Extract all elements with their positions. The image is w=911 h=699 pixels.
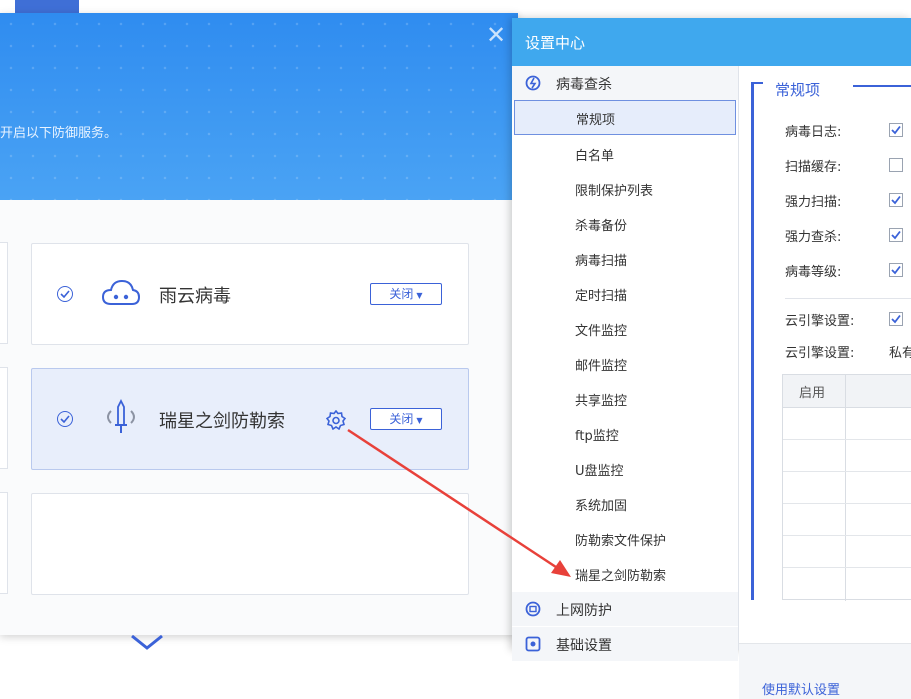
- close-icon[interactable]: ✕: [486, 23, 506, 47]
- option-label: 扫描缓存:: [785, 160, 842, 175]
- nav-item-label: 防勒索文件保护: [575, 534, 667, 549]
- nav-item-file-monitor[interactable]: 文件监控: [512, 311, 738, 346]
- nav-item-general[interactable]: 常规项: [514, 100, 736, 135]
- header-pattern: [0, 13, 518, 200]
- nav-group-label: 基础设置: [556, 638, 612, 654]
- nav-item-mail-monitor[interactable]: 邮件监控: [512, 346, 738, 381]
- table-header: 启用: [783, 375, 911, 408]
- close-service-dropdown[interactable]: 关闭 ▼: [370, 408, 442, 430]
- partial-card-left-2: [0, 367, 8, 469]
- nav-item-share-monitor[interactable]: 共享监控: [512, 381, 738, 416]
- option-label: 病毒日志:: [785, 125, 842, 140]
- protection-header: ✕ 开启以下防御服务。: [0, 13, 518, 200]
- top-strip: [0, 0, 911, 13]
- web-shield-icon: [525, 601, 541, 617]
- nav-item-label: 邮件监控: [575, 359, 628, 374]
- nav-item-label: 常规项: [576, 113, 616, 128]
- scan-cache-checkbox[interactable]: [889, 158, 903, 172]
- nav-item-label: 定时扫描: [575, 289, 628, 304]
- nav-group-basic-settings[interactable]: 基础设置: [512, 627, 738, 661]
- virus-scan-icon: [525, 75, 541, 91]
- nav-item-restricted-list[interactable]: 限制保护列表: [512, 171, 738, 206]
- nav-item-whitelist[interactable]: 白名单: [512, 136, 738, 171]
- nav-item-label: 杀毒备份: [575, 219, 628, 234]
- virus-level-checkbox[interactable]: [889, 263, 903, 277]
- nav-item-label: 文件监控: [575, 324, 628, 339]
- nav-group-label: 上网防护: [556, 603, 612, 619]
- dropdown-label: 关闭: [389, 412, 414, 426]
- nav-item-virus-scan[interactable]: 病毒扫描: [512, 241, 738, 276]
- partial-card-left-1: [0, 242, 8, 344]
- nav-item-anti-ransom-sword[interactable]: 瑞星之剑防勒索: [512, 556, 738, 591]
- options-separator: [785, 298, 911, 299]
- nav-item-backup[interactable]: 杀毒备份: [512, 206, 738, 241]
- nav-item-label: 共享监控: [575, 394, 628, 409]
- table-row: [783, 567, 911, 568]
- column-enable: 启用: [799, 386, 826, 401]
- section-title: 常规项: [775, 81, 821, 99]
- table-row: [783, 503, 911, 504]
- nav-group-web-protection[interactable]: 上网防护: [512, 592, 738, 626]
- settings-nav: 病毒查杀 常规项 白名单 限制保护列表 杀毒备份 病毒扫描 定时扫描 文件监控 …: [512, 66, 739, 661]
- enabled-check-icon: [57, 411, 73, 427]
- protection-body: 雨云病毒 关闭 ▼ 瑞星之剑防勒索 关闭 ▼: [0, 200, 518, 635]
- nav-item-label: U盘监控: [575, 464, 624, 479]
- settings-title-bar: 设置中心: [512, 18, 911, 66]
- settings-content: 常规项 病毒日志: 扫描缓存: 强力扫描: 强力查杀: 病毒等级: 云引擎设置:…: [739, 66, 911, 699]
- card-title: 雨云病毒: [159, 286, 231, 307]
- section-line-right: [853, 85, 911, 87]
- engine-table: 启用: [782, 374, 911, 601]
- option-label: 病毒等级:: [785, 265, 842, 280]
- virus-log-checkbox[interactable]: [889, 123, 903, 137]
- header-description: 开启以下防御服务。: [0, 126, 118, 141]
- nav-item-label: 病毒扫描: [575, 254, 628, 269]
- service-card-cloud-virus[interactable]: 雨云病毒 关闭 ▼: [31, 243, 469, 345]
- settings-footer: 使用默认设置: [739, 643, 911, 699]
- nav-item-label: 瑞星之剑防勒索: [575, 569, 667, 584]
- cloud-icon: [101, 278, 141, 312]
- nav-item-label: 白名单: [575, 149, 615, 164]
- cloud-engine-checkbox[interactable]: [889, 312, 903, 326]
- nav-item-ftp-monitor[interactable]: ftp监控: [512, 416, 738, 451]
- dropdown-label: 关闭: [389, 287, 414, 301]
- settings-title: 设置中心: [525, 34, 586, 52]
- section-bracket: [751, 82, 754, 600]
- strong-scan-checkbox[interactable]: [889, 193, 903, 207]
- nav-item-usb-monitor[interactable]: U盘监控: [512, 451, 738, 486]
- strong-kill-checkbox[interactable]: [889, 228, 903, 242]
- service-card-anti-ransom[interactable]: 瑞星之剑防勒索 关闭 ▼: [31, 368, 469, 470]
- partial-card-left-3: [0, 492, 8, 594]
- nav-item-system-hardening[interactable]: 系统加固: [512, 486, 738, 521]
- use-default-settings-link[interactable]: 使用默认设置: [762, 679, 840, 698]
- settings-window: 设置中心 病毒查杀 常规项 白名单 限制保护列表 杀毒备份 病毒扫描 定时扫描 …: [512, 18, 911, 699]
- card-title: 瑞星之剑防勒索: [159, 411, 285, 432]
- table-row: [783, 439, 911, 440]
- nav-item-label: 限制保护列表: [575, 184, 654, 199]
- option-label: 云引擎设置:: [785, 314, 855, 329]
- top-tab-button[interactable]: [15, 0, 79, 13]
- nav-item-ransom-file-protect[interactable]: 防勒索文件保护: [512, 521, 738, 556]
- nav-group-label: 病毒查杀: [556, 77, 612, 93]
- caret-down-icon: ▼: [416, 416, 423, 425]
- service-card-empty: [31, 493, 469, 595]
- nav-item-label: 系统加固: [575, 499, 628, 514]
- option-label: 云引擎设置:: [785, 346, 855, 361]
- table-row: [783, 471, 911, 472]
- nav-group-virus-scan[interactable]: 病毒查杀: [512, 66, 738, 100]
- close-service-dropdown[interactable]: 关闭 ▼: [370, 283, 442, 305]
- table-row: [783, 535, 911, 536]
- gear-icon[interactable]: [325, 409, 347, 434]
- caret-down-icon: ▼: [416, 291, 423, 300]
- cloud-engine-mode: 私有: [889, 346, 911, 361]
- enabled-check-icon: [57, 286, 73, 302]
- protection-window: ✕ 开启以下防御服务。 雨云病毒 关闭 ▼ 瑞星之剑防勒索 关闭 ▼: [0, 13, 518, 635]
- shield-icon: [130, 630, 164, 654]
- nav-item-label: ftp监控: [575, 429, 619, 444]
- option-label: 强力扫描:: [785, 195, 842, 210]
- section-line-left: [751, 82, 763, 84]
- nav-item-scheduled-scan[interactable]: 定时扫描: [512, 276, 738, 311]
- sword-icon: [103, 398, 139, 439]
- option-label: 强力查杀:: [785, 230, 842, 245]
